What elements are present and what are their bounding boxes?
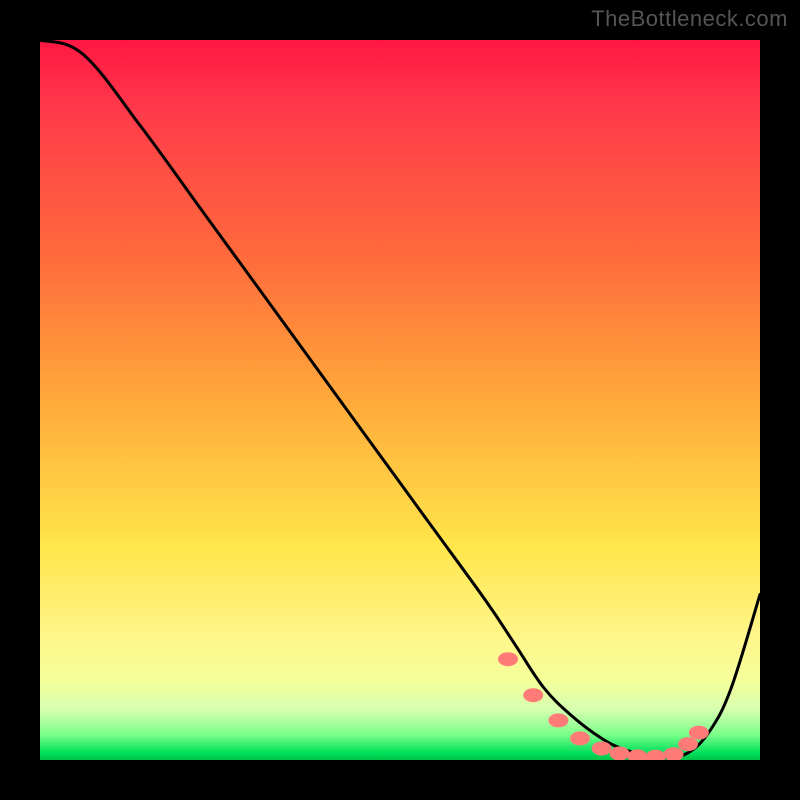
chart-frame: TheBottleneck.com bbox=[0, 0, 800, 800]
watermark-text: TheBottleneck.com bbox=[591, 6, 788, 32]
plot-area bbox=[40, 40, 760, 760]
severity-gradient bbox=[40, 40, 760, 760]
